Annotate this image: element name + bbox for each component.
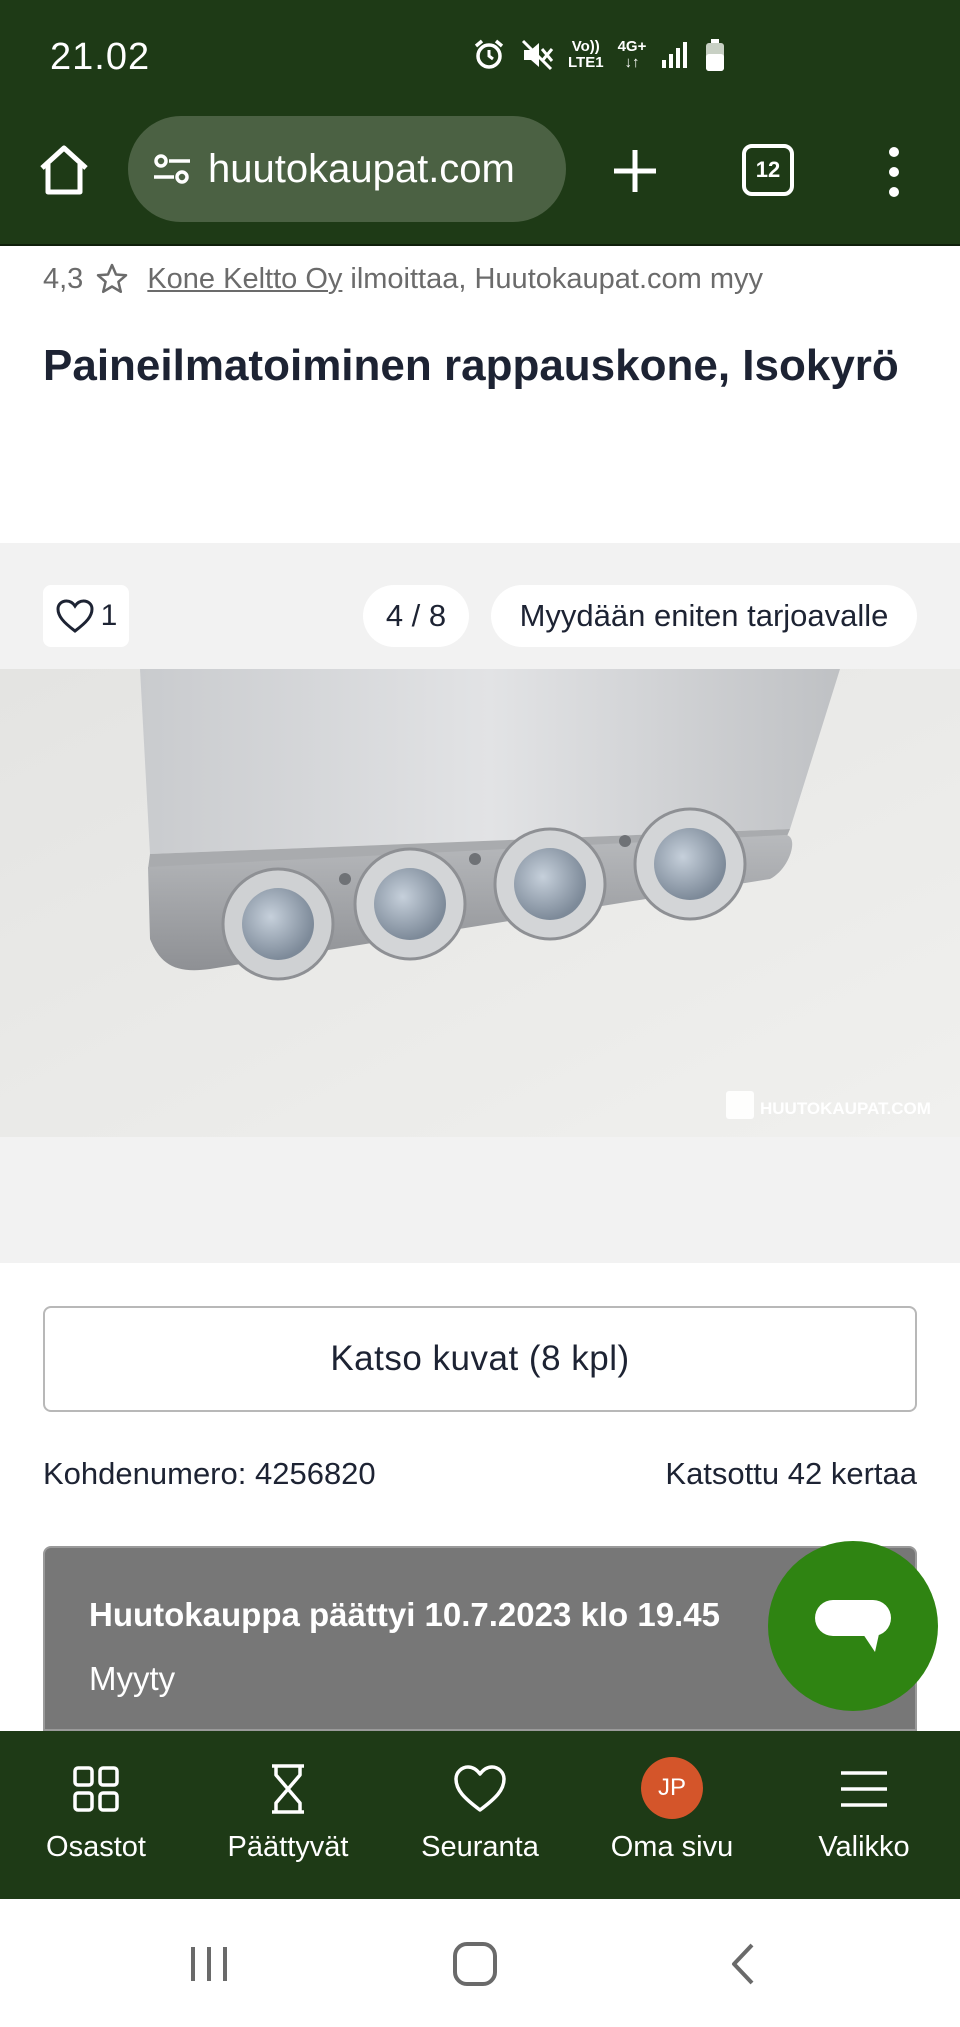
sale-type-badge: Myydään eniten tarjoavalle — [491, 585, 917, 647]
image-counter: 4 / 8 — [363, 585, 469, 647]
url-text: huutokaupat.com — [208, 146, 515, 191]
photo-watermark: HUUTOKAUPAT.COM — [760, 1099, 931, 1118]
seller-rating: 4,3 — [43, 262, 84, 295]
view-photos-button[interactable]: Katso kuvat (8 kpl) — [43, 1306, 917, 1412]
nav-item-osastot[interactable]: Osastot — [0, 1731, 192, 1899]
alarm-icon — [474, 39, 504, 69]
nav-item-oma-sivu[interactable]: JP Oma sivu — [576, 1731, 768, 1899]
back-icon[interactable] — [720, 1939, 770, 1989]
heart-icon — [452, 1761, 508, 1817]
nav-label: Seuranta — [421, 1831, 539, 1863]
network-indicator: 4G+ ↓↑ — [618, 39, 647, 71]
auction-status: Myyty — [89, 1660, 176, 1697]
status-time: 21.02 — [50, 36, 151, 78]
browser-toolbar: huutokaupat.com 12 — [0, 116, 960, 246]
grid-icon — [68, 1761, 124, 1817]
status-icons: Vo)) LTE1 4G+ ↓↑ — [472, 38, 726, 72]
listing-photo[interactable]: HUUTOKAUPAT.COM — [0, 669, 960, 1137]
heart-icon — [56, 599, 94, 633]
image-gallery[interactable]: 1 4 / 8 Myydään eniten tarjoavalle HUUTO… — [0, 543, 960, 1263]
address-bar[interactable]: huutokaupat.com — [128, 116, 566, 222]
favorite-count: 1 — [100, 599, 118, 632]
nav-label: Valikko — [818, 1831, 910, 1863]
more-options-icon[interactable] — [880, 144, 908, 200]
nav-label: Osastot — [46, 1831, 146, 1863]
view-count: Katsottu 42 kertaa — [665, 1456, 917, 1491]
favorite-button[interactable]: 1 — [43, 585, 129, 647]
bottom-navigation: Osastot Päättyvät Seuranta JP Oma sivu V… — [0, 1731, 960, 1899]
nav-item-valikko[interactable]: Valikko — [768, 1731, 960, 1899]
avatar: JP — [641, 1757, 703, 1819]
new-tab-icon[interactable] — [608, 144, 662, 198]
listing-meta: Kohdenumero: 4256820 Katsottu 42 kertaa — [43, 1456, 917, 1492]
nav-label: Oma sivu — [610, 1831, 734, 1863]
status-bar: 21.02 Vo)) LTE1 4G+ ↓↑ — [0, 0, 960, 116]
battery-icon — [706, 39, 725, 71]
item-number: Kohdenumero: 4256820 — [43, 1456, 376, 1491]
nav-item-paattyvat[interactable]: Päättyvät — [192, 1731, 384, 1899]
network-type: 4G+ — [617, 38, 647, 55]
listing-title: Paineilmatoiminen rappauskone, Isokyrö — [43, 341, 899, 390]
chat-bubble-icon — [815, 1600, 891, 1652]
tab-switcher-button[interactable]: 12 — [742, 144, 794, 196]
nav-item-seuranta[interactable]: Seuranta — [384, 1731, 576, 1899]
data-arrows-icon: ↓↑ — [624, 54, 640, 71]
signal-icon — [662, 42, 688, 68]
site-settings-icon[interactable] — [150, 147, 194, 191]
recent-apps-icon[interactable] — [184, 1939, 234, 1989]
seller-link[interactable]: Kone Keltto Oy — [147, 263, 342, 296]
menu-icon — [836, 1761, 892, 1817]
home-button-icon[interactable] — [450, 1939, 500, 1989]
star-icon — [97, 263, 128, 294]
system-navigation — [0, 1899, 960, 2027]
auction-ended-text: Huutokauppa päättyi 10.7.2023 klo 19.45 — [89, 1596, 720, 1633]
home-icon[interactable] — [36, 142, 92, 198]
volte-indicator: Vo)) LTE1 — [568, 38, 604, 71]
hourglass-icon — [260, 1761, 316, 1817]
seller-suffix: ilmoittaa, Huutokaupat.com myy — [350, 262, 764, 295]
chat-button[interactable] — [768, 1541, 938, 1711]
mute-icon — [521, 39, 554, 71]
seller-line: 4,3 Kone Keltto Oy ilmoittaa, Huutokaupa… — [43, 262, 763, 296]
nav-label: Päättyvät — [227, 1831, 349, 1863]
photo-render: HUUTOKAUPAT.COM — [0, 669, 960, 1137]
